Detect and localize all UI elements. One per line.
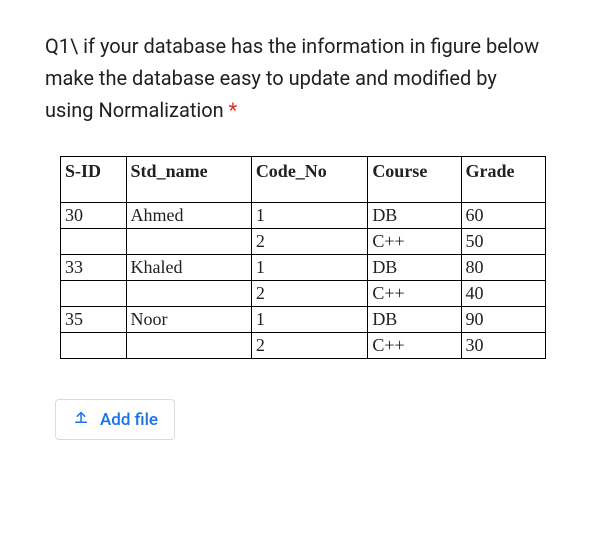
table-header-row: S-ID Std_name Code_No Course Grade [61, 157, 546, 203]
cell-name [126, 333, 251, 359]
cell-code: 1 [251, 255, 368, 281]
add-file-button[interactable]: Add file [55, 399, 175, 440]
cell-course: C++ [368, 281, 461, 307]
table-row: 35 Noor 1 DB 90 [61, 307, 546, 333]
table-row: 2 C++ 40 [61, 281, 546, 307]
cell-course: C++ [368, 333, 461, 359]
add-file-label: Add file [100, 410, 158, 430]
cell-course: DB [368, 255, 461, 281]
table-row: 2 C++ 30 [61, 333, 546, 359]
cell-code: 2 [251, 229, 368, 255]
header-course: Course [368, 157, 461, 203]
cell-sid [61, 333, 127, 359]
cell-name [126, 281, 251, 307]
cell-name: Khaled [126, 255, 251, 281]
cell-sid: 30 [61, 203, 127, 229]
question-text: Q1\ if your database has the information… [0, 0, 591, 146]
upload-icon [72, 408, 90, 431]
cell-grade: 40 [461, 281, 545, 307]
data-table: S-ID Std_name Code_No Course Grade 30 Ah… [60, 156, 546, 359]
cell-name: Noor [126, 307, 251, 333]
cell-grade: 30 [461, 333, 545, 359]
cell-sid [61, 281, 127, 307]
data-table-container: S-ID Std_name Code_No Course Grade 30 Ah… [0, 146, 591, 384]
cell-grade: 80 [461, 255, 545, 281]
required-marker: * [229, 98, 238, 122]
cell-grade: 90 [461, 307, 545, 333]
header-grade: Grade [461, 157, 545, 203]
cell-sid [61, 229, 127, 255]
table-row: 30 Ahmed 1 DB 60 [61, 203, 546, 229]
cell-sid: 35 [61, 307, 127, 333]
cell-code: 1 [251, 203, 368, 229]
cell-code: 1 [251, 307, 368, 333]
header-sid: S-ID [61, 157, 127, 203]
header-stdname: Std_name [126, 157, 251, 203]
cell-sid: 33 [61, 255, 127, 281]
table-row: 2 C++ 50 [61, 229, 546, 255]
cell-grade: 50 [461, 229, 545, 255]
cell-grade: 60 [461, 203, 545, 229]
cell-code: 2 [251, 281, 368, 307]
cell-course: DB [368, 307, 461, 333]
cell-code: 2 [251, 333, 368, 359]
question-body: Q1\ if your database has the information… [45, 34, 539, 122]
cell-name: Ahmed [126, 203, 251, 229]
table-row: 33 Khaled 1 DB 80 [61, 255, 546, 281]
header-codeno: Code_No [251, 157, 368, 203]
cell-course: DB [368, 203, 461, 229]
cell-course: C++ [368, 229, 461, 255]
cell-name [126, 229, 251, 255]
